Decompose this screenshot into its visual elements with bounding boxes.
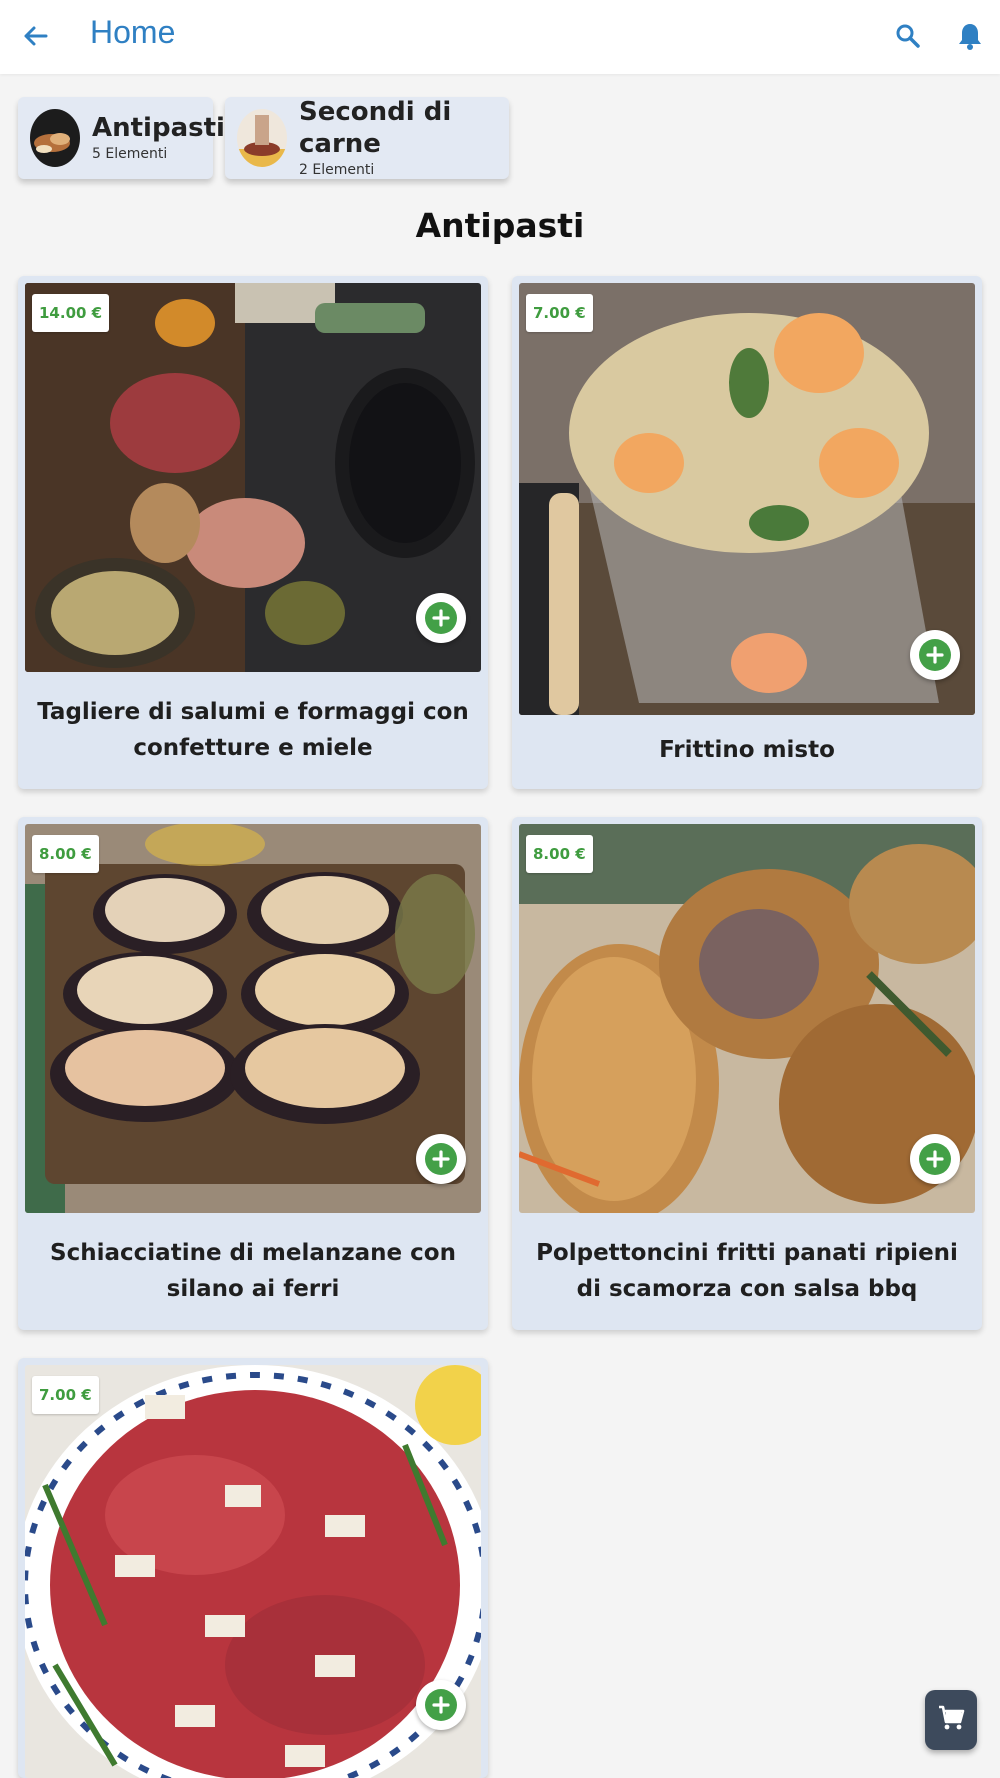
cart-icon [937, 1704, 965, 1736]
plus-icon [425, 1689, 457, 1721]
app-bar: Home [0, 0, 1000, 74]
section-title: Antipasti [415, 206, 585, 245]
category-name: Antipasti [92, 113, 225, 143]
menu-item-image [519, 824, 975, 1213]
category-chip-antipasti[interactable]: Antipasti 5 Elementi [18, 97, 225, 179]
category-name: Secondi di carne [299, 97, 452, 159]
add-to-cart-button[interactable] [416, 1680, 466, 1730]
category-count: 2 Elementi [299, 162, 375, 178]
add-to-cart-button[interactable] [416, 1134, 466, 1184]
price-badge: 7.00 € [32, 1376, 99, 1414]
category-chip-secondi-di-carne[interactable]: Secondi di carne 2 Elementi [225, 97, 509, 179]
category-count: 5 Elementi [92, 146, 168, 162]
add-to-cart-button[interactable] [910, 630, 960, 680]
menu-item-image [25, 1365, 481, 1778]
price-badge: 8.00 € [32, 835, 99, 873]
plus-icon [919, 639, 951, 671]
menu-item-card[interactable]: 7.00 € Frittino misto [512, 276, 982, 789]
add-to-cart-button[interactable] [910, 1134, 960, 1184]
plus-icon [425, 1143, 457, 1175]
menu-item-card[interactable]: 7.00 € [18, 1358, 488, 1778]
menu-item-card[interactable]: 8.00 € Polpettoncini fritti panati ripie… [512, 817, 982, 1330]
menu-item-name: Schiacciatine di melanzane con silano ai… [50, 1240, 456, 1302]
category-avatar [237, 109, 287, 167]
menu-item-name: Tagliere di salumi e formaggi con confet… [37, 699, 469, 761]
menu-item-name: Frittino misto [659, 737, 835, 763]
menu-item-card[interactable]: 14.00 € Tagliere di salumi e formaggi co… [18, 276, 488, 789]
add-to-cart-button[interactable] [416, 593, 466, 643]
page-title: Home [90, 14, 176, 50]
price-badge: 14.00 € [32, 294, 110, 332]
plus-icon [425, 602, 457, 634]
menu-item-card[interactable]: 8.00 € Schiacciatine di melanzane con si… [18, 817, 488, 1330]
menu-item-image [519, 283, 975, 715]
back-arrow-icon[interactable] [20, 18, 50, 54]
bell-icon[interactable] [955, 18, 985, 54]
plus-icon [919, 1143, 951, 1175]
category-avatar [30, 109, 80, 167]
cart-button[interactable] [925, 1690, 977, 1750]
price-badge: 7.00 € [526, 294, 593, 332]
menu-item-image [25, 824, 481, 1213]
search-icon[interactable] [893, 18, 923, 54]
menu-item-name: Polpettoncini fritti panati ripieni di s… [536, 1240, 958, 1302]
price-badge: 8.00 € [526, 835, 593, 873]
menu-item-image [25, 283, 481, 672]
